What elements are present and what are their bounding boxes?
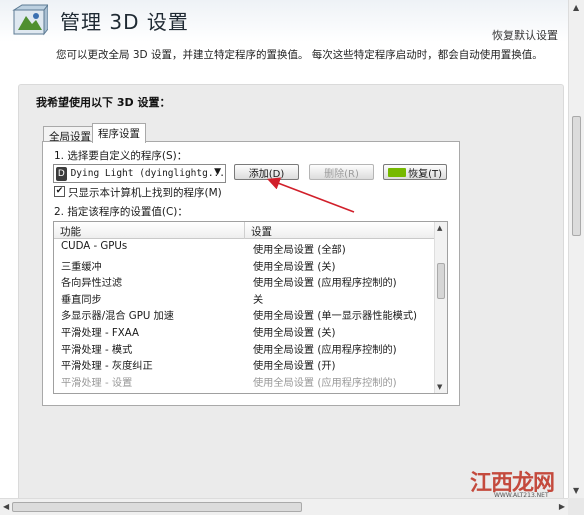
scroll-down-icon[interactable]: ▼ xyxy=(573,486,579,495)
table-scrollbar[interactable]: ▲ ▼ xyxy=(434,222,447,393)
page-vertical-scrollbar[interactable]: ▲ ▼ xyxy=(568,0,584,498)
scroll-up-icon[interactable]: ▲ xyxy=(437,224,442,232)
step2-label: 2. 指定该程序的设置值(C)： xyxy=(54,206,188,218)
table-row[interactable]: 多显示器/混合 GPU 加速 使用全局设置 (单一显示器性能模式) xyxy=(54,305,435,322)
add-button[interactable]: 添加(D) xyxy=(234,164,299,180)
table-rows: CUDA - GPUs 使用全局设置 (全部) 三重缓冲 使用全局设置 (关) … xyxy=(54,239,435,389)
table-row[interactable]: 各向异性过滤 使用全局设置 (应用程序控制的) xyxy=(54,272,435,289)
table-scroll-thumb[interactable] xyxy=(437,263,445,299)
scroll-left-icon[interactable]: ◀ xyxy=(3,502,9,511)
header: 管理 3D 设置 恢复默认设置 xyxy=(0,0,568,42)
tab-program-settings[interactable]: 程序设置 xyxy=(92,123,146,143)
page-title: 管理 3D 设置 xyxy=(60,10,189,34)
nvidia-3d-settings-icon xyxy=(12,4,48,36)
restore-defaults-link[interactable]: 恢复默认设置 xyxy=(492,27,558,43)
restore-button-label: 恢复(T) xyxy=(408,168,442,180)
table-row[interactable]: 垂直同步 关 xyxy=(54,289,435,306)
page-description: 您可以更改全局 3D 设置，并建立特定程序的置换值。 每次这些特定程序启动时，都… xyxy=(56,49,543,61)
row-feature: 各向异性过滤 xyxy=(61,278,123,290)
row-feature: 多显示器/混合 GPU 加速 xyxy=(61,311,174,323)
page-horizontal-scrollbar[interactable]: ◀ ▶ xyxy=(0,498,568,515)
column-header-setting[interactable]: 设置 xyxy=(251,224,272,239)
remove-button[interactable]: 删除(R) xyxy=(309,164,374,180)
row-feature: 三重缓冲 xyxy=(61,261,102,273)
page-vertical-scroll-thumb[interactable] xyxy=(572,116,581,236)
program-dropdown[interactable]: D Dying Light (dyinglightg... ▼ xyxy=(53,164,226,183)
table-header: 功能 设置 xyxy=(54,222,435,239)
scrollbar-corner xyxy=(568,498,584,515)
table-row[interactable]: CUDA - GPUs 使用全局设置 (全部) xyxy=(54,239,435,256)
table-row[interactable]: 三重缓冲 使用全局设置 (关) xyxy=(54,256,435,273)
row-setting: 使用全局设置 (开) xyxy=(253,361,336,373)
row-feature: 平滑处理 - 灰度纠正 xyxy=(61,361,153,373)
scroll-right-icon[interactable]: ▶ xyxy=(559,502,565,511)
watermark-url: WWW.ALT213.NET xyxy=(494,492,549,499)
page-horizontal-scroll-thumb[interactable] xyxy=(12,502,302,512)
row-feature: 垂直同步 xyxy=(61,294,102,306)
row-feature: 平滑处理 - 设置 xyxy=(61,377,133,389)
row-feature: 平滑处理 - 模式 xyxy=(61,344,133,356)
row-setting: 使用全局设置 (应用程序控制的) xyxy=(253,344,397,356)
nvidia-logo-icon xyxy=(388,168,406,177)
step1-label: 1. 选择要自定义的程序(S)： xyxy=(54,150,188,162)
row-feature: 平滑处理 - FXAA xyxy=(61,327,139,339)
dropdown-arrow-icon: ▼ xyxy=(214,167,221,177)
column-divider[interactable] xyxy=(244,222,245,239)
restore-button[interactable]: 恢复(T) xyxy=(383,164,447,180)
scroll-down-icon[interactable]: ▼ xyxy=(437,383,442,391)
program-dropdown-value: Dying Light (dyinglightg... xyxy=(70,168,225,179)
table-row[interactable]: 平滑处理 - FXAA 使用全局设置 (关) xyxy=(54,322,435,339)
table-row[interactable]: 平滑处理 - 模式 使用全局设置 (应用程序控制的) xyxy=(54,339,435,356)
row-setting: 使用全局设置 (关) xyxy=(253,327,336,339)
show-local-programs-label: 只显示本计算机上找到的程序(M) xyxy=(68,187,222,199)
checkmark-icon: ✔ xyxy=(55,186,64,196)
row-setting: 使用全局设置 (关) xyxy=(253,261,336,273)
column-header-feature[interactable]: 功能 xyxy=(60,224,81,239)
table-row[interactable]: 平滑处理 - 灰度纠正 使用全局设置 (开) xyxy=(54,355,435,372)
section-title: 我希望使用以下 3D 设置： xyxy=(36,96,171,109)
row-setting: 使用全局设置 (应用程序控制的) xyxy=(253,278,397,290)
scroll-up-icon[interactable]: ▲ xyxy=(573,3,579,12)
row-setting: 使用全局设置 (全部) xyxy=(253,245,346,256)
program-icon: D xyxy=(56,166,67,181)
row-setting: 使用全局设置 (单一显示器性能模式) xyxy=(253,311,417,323)
table-row[interactable]: 平滑处理 - 设置 使用全局设置 (应用程序控制的) xyxy=(54,372,435,389)
show-local-programs-checkbox[interactable]: ✔ xyxy=(54,186,65,197)
settings-table: 功能 设置 CUDA - GPUs 使用全局设置 (全部) 三重缓冲 使用全局设… xyxy=(53,221,448,394)
row-feature: CUDA - GPUs xyxy=(61,241,128,252)
row-setting: 使用全局设置 (应用程序控制的) xyxy=(253,377,397,389)
row-setting: 关 xyxy=(253,294,264,306)
